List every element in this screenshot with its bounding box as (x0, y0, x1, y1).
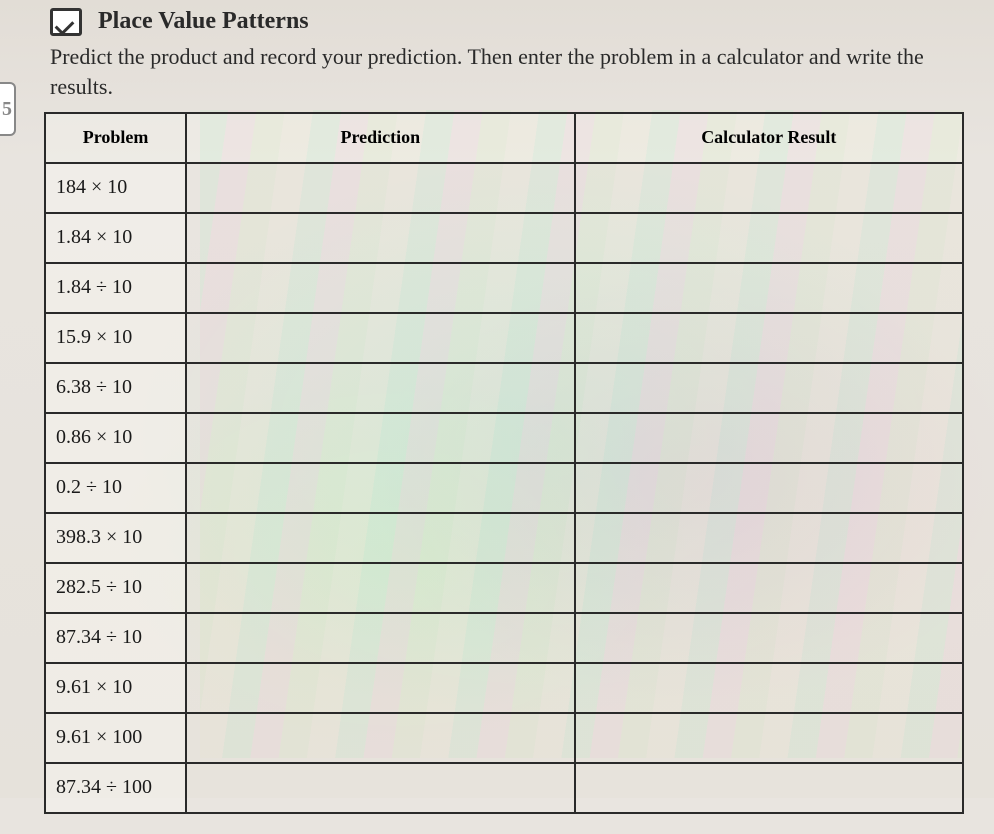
table-row: 9.61 × 10 (45, 663, 963, 713)
prediction-cell[interactable] (186, 563, 574, 613)
result-cell[interactable] (575, 563, 963, 613)
prediction-cell[interactable] (186, 763, 574, 813)
prediction-cell[interactable] (186, 713, 574, 763)
header-prediction: Prediction (186, 113, 574, 163)
problem-cell: 184 × 10 (45, 163, 186, 213)
table-row: 1.84 × 10 (45, 213, 963, 263)
problem-cell: 87.34 ÷ 100 (45, 763, 186, 813)
table-row: 1.84 ÷ 10 (45, 263, 963, 313)
result-cell[interactable] (575, 463, 963, 513)
problem-cell: 398.3 × 10 (45, 513, 186, 563)
problem-cell: 6.38 ÷ 10 (45, 363, 186, 413)
problem-cell: 0.2 ÷ 10 (45, 463, 186, 513)
result-cell[interactable] (575, 413, 963, 463)
worksheet-content: Place Value Patterns Predict the product… (0, 0, 994, 834)
prediction-cell[interactable] (186, 663, 574, 713)
prediction-cell[interactable] (186, 313, 574, 363)
table-header-row: Problem Prediction Calculator Result (45, 113, 963, 163)
result-cell[interactable] (575, 213, 963, 263)
worksheet-table: Problem Prediction Calculator Result 184… (44, 112, 964, 814)
table-row: 9.61 × 100 (45, 713, 963, 763)
prediction-cell[interactable] (186, 613, 574, 663)
table-row: 6.38 ÷ 10 (45, 363, 963, 413)
result-cell[interactable] (575, 163, 963, 213)
header-problem: Problem (45, 113, 186, 163)
header-result: Calculator Result (575, 113, 963, 163)
problem-cell: 15.9 × 10 (45, 313, 186, 363)
result-cell[interactable] (575, 513, 963, 563)
prediction-cell[interactable] (186, 463, 574, 513)
problem-cell: 87.34 ÷ 10 (45, 613, 186, 663)
table-row: 184 × 10 (45, 163, 963, 213)
checkbox-icon (50, 8, 82, 36)
problem-cell: 9.61 × 100 (45, 713, 186, 763)
prediction-cell[interactable] (186, 413, 574, 463)
problem-cell: 0.86 × 10 (45, 413, 186, 463)
instructions-text: Predict the product and record your pred… (50, 42, 964, 101)
result-cell[interactable] (575, 313, 963, 363)
table-row: 15.9 × 10 (45, 313, 963, 363)
prediction-cell[interactable] (186, 263, 574, 313)
problem-cell: 1.84 ÷ 10 (45, 263, 186, 313)
result-cell[interactable] (575, 263, 963, 313)
result-cell[interactable] (575, 713, 963, 763)
problem-cell: 1.84 × 10 (45, 213, 186, 263)
problem-cell: 9.61 × 10 (45, 663, 186, 713)
table-row: 87.34 ÷ 10 (45, 613, 963, 663)
table-row: 0.2 ÷ 10 (45, 463, 963, 513)
result-cell[interactable] (575, 363, 963, 413)
prediction-cell[interactable] (186, 213, 574, 263)
table-row: 398.3 × 10 (45, 513, 963, 563)
problem-cell: 282.5 ÷ 10 (45, 563, 186, 613)
section-title: Place Value Patterns (50, 8, 964, 36)
prediction-cell[interactable] (186, 363, 574, 413)
result-cell[interactable] (575, 663, 963, 713)
prediction-cell[interactable] (186, 163, 574, 213)
prediction-cell[interactable] (186, 513, 574, 563)
table-row: 0.86 × 10 (45, 413, 963, 463)
table-row: 282.5 ÷ 10 (45, 563, 963, 613)
result-cell[interactable] (575, 613, 963, 663)
result-cell[interactable] (575, 763, 963, 813)
table-row: 87.34 ÷ 100 (45, 763, 963, 813)
title-text: Place Value Patterns (98, 8, 309, 34)
